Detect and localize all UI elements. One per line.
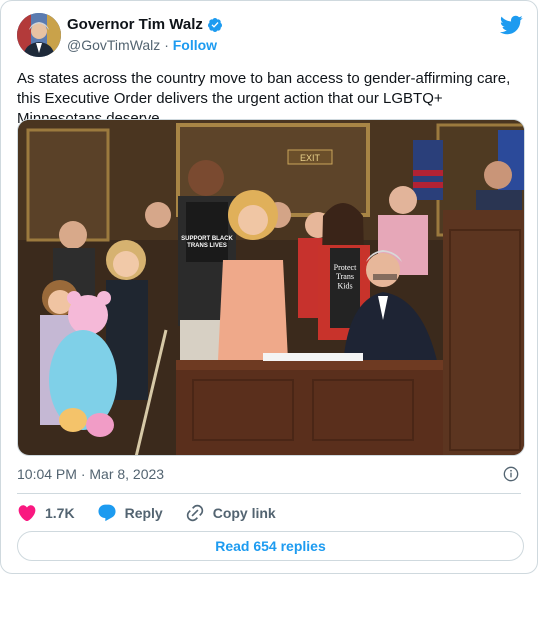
- verified-badge-icon: [207, 17, 222, 32]
- read-replies-button[interactable]: Read 654 replies: [17, 531, 524, 561]
- shirt-text-support-trans-lives: SUPPORT BLACK TRANS LIVES: [181, 236, 233, 249]
- heart-icon: [18, 505, 36, 522]
- twitter-bird-icon[interactable]: [499, 13, 523, 37]
- tweet-timestamp[interactable]: 10:04 PM · Mar 8, 2023: [17, 466, 164, 482]
- info-icon[interactable]: [503, 466, 519, 482]
- exit-sign-text: EXIT: [300, 153, 321, 163]
- reply-bubble-icon: [98, 504, 116, 522]
- reply-button[interactable]: Reply: [97, 503, 163, 523]
- link-icon: [186, 504, 203, 522]
- tweet-card: Governor Tim Walz @GovTimWalz · Follow A…: [0, 0, 538, 574]
- action-bar: 1.7K Reply Copy link: [17, 502, 298, 524]
- copy-link-button[interactable]: Copy link: [185, 503, 276, 523]
- author-name[interactable]: Governor Tim Walz: [67, 16, 203, 33]
- author-avatar[interactable]: [17, 13, 61, 57]
- divider: [17, 493, 521, 494]
- like-count: 1.7K: [45, 505, 75, 521]
- reply-label: Reply: [124, 505, 163, 521]
- author-handle[interactable]: @GovTimWalz: [67, 37, 160, 53]
- bill-signing-photo: EXIT Protect Trans Kids SUPPORT BLACK TR…: [18, 120, 524, 455]
- copy-link-label: Copy link: [212, 505, 276, 521]
- follow-button[interactable]: Follow: [173, 37, 217, 53]
- handle-separator: ·: [164, 37, 169, 53]
- author-name-row: Governor Tim Walz: [67, 16, 223, 33]
- tweet-photo[interactable]: EXIT Protect Trans Kids SUPPORT BLACK TR…: [17, 119, 525, 456]
- author-handle-row: @GovTimWalz · Follow: [67, 37, 217, 53]
- like-button[interactable]: 1.7K: [17, 503, 75, 523]
